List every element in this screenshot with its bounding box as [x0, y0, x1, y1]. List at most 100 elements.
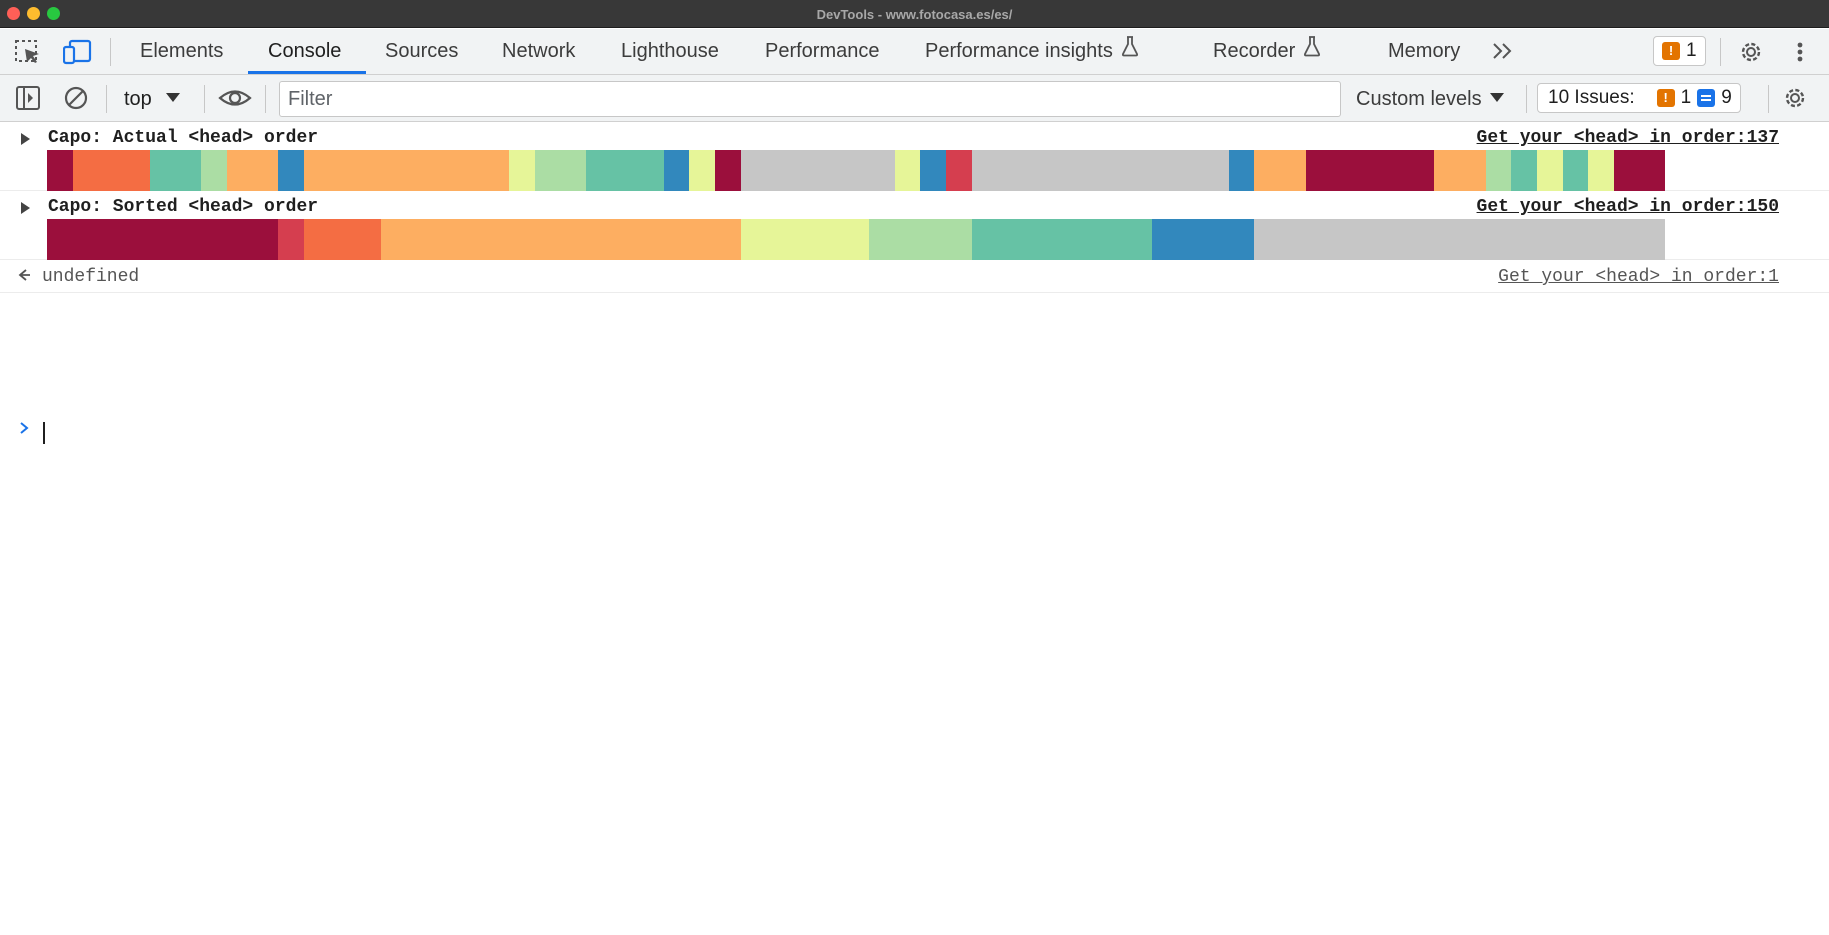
issues-info-count: 9 [1721, 87, 1732, 108]
log-levels-label: Custom levels [1356, 88, 1482, 110]
device-toolbar-icon[interactable] [62, 39, 92, 65]
head-element-segment-teal [1023, 219, 1049, 260]
head-element-segment-yellow [843, 219, 869, 260]
console-settings-gear-icon[interactable] [1781, 85, 1809, 111]
head-element-segment-coral [303, 219, 330, 260]
head-element-segment-lightgreen [535, 150, 561, 191]
source-link[interactable]: Get your <head> in order:1 [1498, 267, 1779, 287]
head-element-segment-orange [432, 219, 458, 260]
head-element-segment-blue [663, 150, 690, 191]
head-order-color-bar [47, 219, 1666, 260]
console-output[interactable]: Capo: Actual <head> order Get your <head… [0, 123, 1829, 935]
head-element-segment-gray [1125, 150, 1152, 191]
result-value: undefined [42, 267, 140, 287]
javascript-context-select[interactable]: top [124, 85, 180, 113]
console-toolbar: top Custom levels 10 Issues: ! 1 9 [0, 75, 1829, 122]
head-element-segment-orange [252, 150, 279, 191]
head-element-segment-coral [329, 219, 356, 260]
head-element-segment-teal [149, 150, 176, 191]
head-element-segment-blue [1228, 219, 1255, 260]
tab-console[interactable]: Console [268, 29, 341, 74]
head-element-segment-lightgreen [920, 219, 947, 260]
toolbar-divider [1526, 85, 1527, 113]
issues-counter-button[interactable]: 10 Issues: ! 1 9 [1537, 83, 1741, 113]
head-element-segment-gray [1562, 219, 1589, 260]
warning-icon: ! [1662, 42, 1680, 60]
head-element-segment-teal [971, 219, 998, 260]
clear-console-icon[interactable] [63, 85, 91, 111]
head-element-segment-lightgreen [946, 219, 972, 260]
issues-count-label: 10 Issues: [1548, 87, 1635, 108]
toggle-sidebar-icon[interactable] [15, 85, 43, 111]
head-element-segment-yellow [766, 219, 792, 260]
head-element-segment-crimson [226, 219, 253, 260]
active-tab-indicator [248, 71, 366, 74]
head-element-segment-gray [817, 150, 844, 191]
head-element-segment-gray [869, 150, 895, 191]
head-element-segment-yellow [791, 219, 818, 260]
head-element-segment-orange [714, 219, 741, 260]
experiment-flask-icon [1121, 29, 1139, 74]
tab-network[interactable]: Network [502, 29, 575, 74]
head-element-segment-teal [612, 150, 638, 191]
expand-triangle-icon[interactable] [21, 202, 30, 214]
tab-recorder[interactable]: Recorder [1213, 29, 1321, 74]
more-options-kebab-icon[interactable] [1790, 39, 1818, 65]
head-element-segment-gray [1048, 150, 1075, 191]
settings-gear-icon[interactable] [1737, 39, 1765, 65]
head-element-segment-gray [1408, 219, 1435, 260]
head-element-segment-crimson [72, 219, 99, 260]
chevron-down-icon [165, 93, 180, 103]
source-link[interactable]: Get your <head> in order:137 [1477, 128, 1779, 148]
head-element-segment-yellow [894, 150, 921, 191]
head-element-segment-teal [1100, 219, 1126, 260]
tab-memory[interactable]: Memory [1388, 29, 1460, 74]
head-element-segment-orange [535, 219, 561, 260]
console-input-caret[interactable] [43, 422, 45, 444]
head-element-segment-orange [458, 150, 484, 191]
toolbar-divider [265, 85, 266, 113]
head-element-segment-orange [1254, 150, 1280, 191]
head-element-segment-crimson [124, 219, 150, 260]
source-link[interactable]: Get your <head> in order:150 [1477, 197, 1779, 217]
tab-performance[interactable]: Performance [765, 29, 880, 74]
head-element-segment-teal [637, 150, 664, 191]
live-expression-eye-icon[interactable] [218, 86, 252, 112]
head-element-segment-teal [175, 150, 202, 191]
head-element-segment-orange [509, 219, 536, 260]
tab-lighthouse[interactable]: Lighthouse [621, 29, 719, 74]
head-element-segment-orange [1280, 150, 1306, 191]
message-title: Capo: Sorted <head> order [48, 197, 319, 217]
head-element-segment-gray [791, 150, 818, 191]
issues-badge-button[interactable]: ! 1 [1653, 36, 1706, 66]
expand-triangle-icon[interactable] [21, 133, 30, 145]
toolbar-divider [1768, 85, 1769, 113]
head-element-segment-orange [380, 219, 407, 260]
head-order-color-bar [47, 150, 1666, 191]
head-element-segment-orange [483, 150, 510, 191]
toolbar-divider [106, 85, 107, 113]
tab-sources[interactable]: Sources [385, 29, 458, 74]
log-levels-dropdown[interactable]: Custom levels [1356, 85, 1504, 113]
chevron-down-icon [1489, 93, 1504, 103]
head-element-segment-crimson [1357, 150, 1383, 191]
head-element-segment-gray [1459, 219, 1486, 260]
window-titlebar: DevTools - www.fotocasa.es/es/ [0, 0, 1829, 28]
head-element-segment-orange [689, 219, 715, 260]
head-element-segment-orange [406, 150, 433, 191]
head-element-segment-gray [1151, 150, 1178, 191]
head-element-segment-teal [1125, 219, 1152, 260]
tab-performance-insights[interactable]: Performance insights [925, 29, 1139, 74]
head-element-segment-crimson [252, 219, 279, 260]
inspect-element-icon[interactable] [14, 39, 42, 65]
head-element-segment-crimson [1305, 150, 1332, 191]
tab-elements[interactable]: Elements [140, 29, 223, 74]
head-element-segment-coral [98, 150, 125, 191]
head-element-segment-gray [1511, 219, 1537, 260]
console-filter-input[interactable] [279, 81, 1341, 117]
tab-recorder-label: Recorder [1213, 40, 1296, 62]
warning-icon: ! [1656, 89, 1675, 107]
head-element-segment-lightgreen [1485, 150, 1512, 191]
head-element-segment-crimson [1382, 150, 1409, 191]
more-tabs-chevron-icon[interactable] [1490, 39, 1516, 63]
